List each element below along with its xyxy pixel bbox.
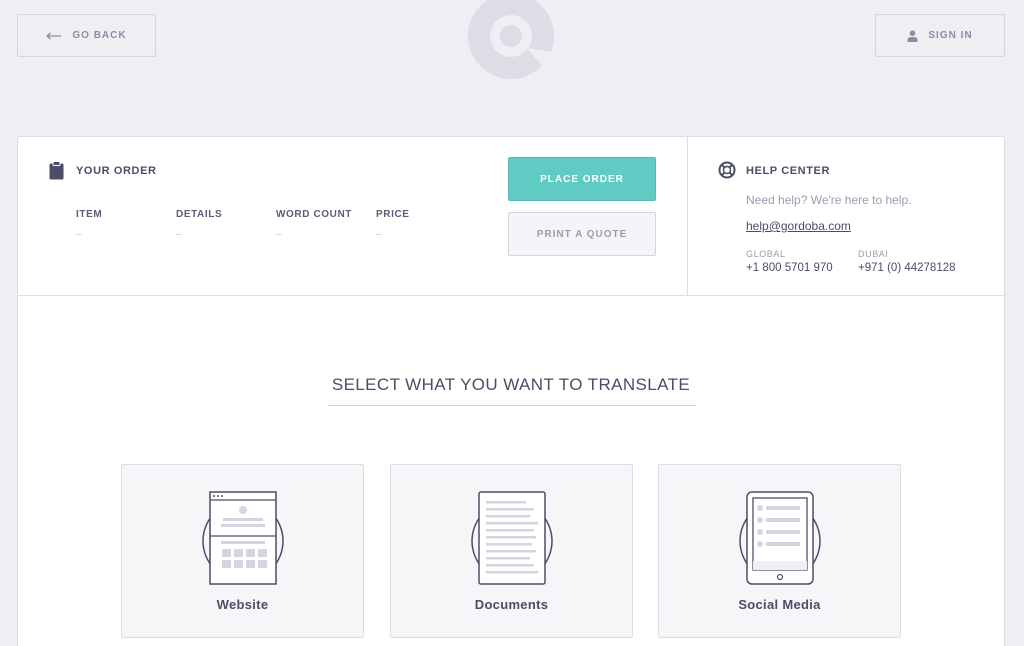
lifebuoy-icon: [718, 161, 736, 179]
sign-in-button[interactable]: SIGN IN: [875, 14, 1005, 57]
column-value-price: –: [376, 229, 382, 240]
help-center-title: HELP CENTER: [746, 165, 831, 177]
phone-number-global: +1 800 5701 970: [746, 262, 833, 274]
column-value-word-count: –: [276, 229, 282, 240]
column-header-price: PRICE: [376, 209, 410, 220]
option-website-label: Website: [216, 597, 269, 612]
option-documents[interactable]: Documents: [390, 464, 633, 638]
help-email-link[interactable]: help@gordoba.com: [746, 219, 851, 233]
option-website[interactable]: Website: [121, 464, 364, 638]
social-media-icon: [739, 491, 821, 585]
documents-icon: [471, 491, 553, 585]
column-header-item: ITEM: [76, 209, 103, 220]
go-back-button[interactable]: GO BACK: [17, 14, 156, 57]
user-icon: [907, 29, 918, 42]
phone-number-dubai: +971 (0) 44278128: [858, 262, 956, 274]
select-title: SELECT WHAT YOU WANT TO TRANSLATE: [331, 375, 691, 394]
select-title-underline: [328, 405, 696, 406]
phone-label-global: GLOBAL: [746, 249, 786, 259]
logo-icon: [468, 0, 554, 79]
column-value-details: –: [176, 229, 182, 240]
divider: [18, 295, 1004, 296]
column-header-details: DETAILS: [176, 209, 223, 220]
print-quote-button[interactable]: PRINT A QUOTE: [508, 212, 656, 256]
option-social-media-label: Social Media: [738, 597, 821, 612]
phone-label-dubai: DUBAI: [858, 249, 889, 259]
help-center: HELP CENTER Need help? We're here to hel…: [687, 137, 1005, 295]
main-card: YOUR ORDER ITEM – DETAILS – WORD COUNT –…: [17, 136, 1005, 646]
clipboard-icon: [49, 161, 64, 180]
option-documents-label: Documents: [474, 597, 549, 612]
arrow-left-icon: [46, 32, 62, 39]
place-order-button[interactable]: PLACE ORDER: [508, 157, 656, 201]
your-order-title: YOUR ORDER: [76, 165, 157, 177]
order-summary: YOUR ORDER ITEM – DETAILS – WORD COUNT –…: [18, 137, 687, 295]
website-icon: [202, 491, 284, 585]
sign-in-label: SIGN IN: [928, 30, 973, 41]
option-social-media[interactable]: Social Media: [658, 464, 901, 638]
go-back-label: GO BACK: [72, 30, 127, 41]
column-value-item: –: [76, 229, 82, 240]
column-header-word-count: WORD COUNT: [276, 209, 352, 220]
help-text: Need help? We're here to help.: [746, 193, 912, 207]
